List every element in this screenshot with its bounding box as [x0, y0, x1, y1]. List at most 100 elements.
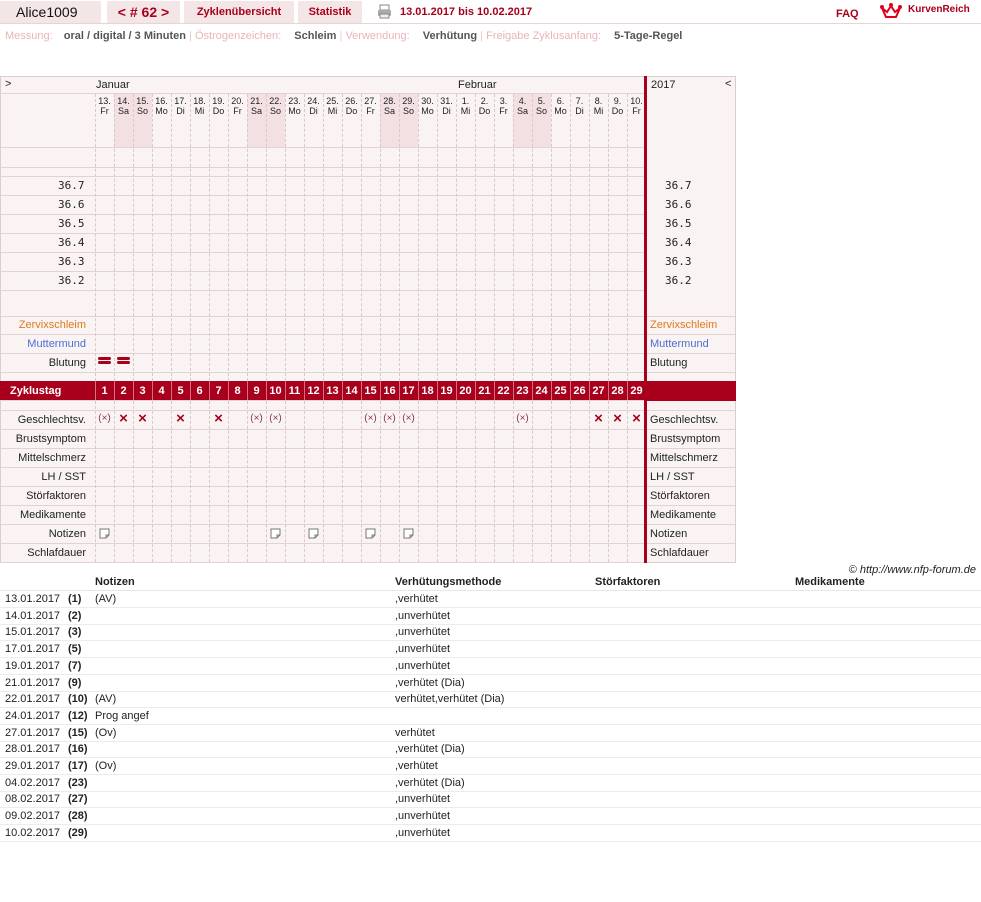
grid-vline	[627, 94, 628, 381]
zyklustag-sep	[589, 381, 590, 401]
freigabe-value: 5-Tage-Regel	[614, 30, 683, 42]
row-date: 17.01.2017	[5, 643, 61, 656]
cycle-nav[interactable]: < # 62 >	[107, 1, 180, 23]
tab-zyklenuebersicht[interactable]: Zyklenübersicht	[184, 1, 294, 23]
zyklustag-number: 13	[326, 385, 339, 397]
day-header-cell: 5. So	[532, 96, 551, 116]
grid-vline	[228, 401, 229, 562]
day-number: 21.	[250, 96, 263, 106]
grid-vline	[361, 94, 362, 381]
zyklustag-sep	[551, 381, 552, 401]
grid-vline	[399, 94, 400, 381]
sex-protected-icon: (×)	[98, 413, 111, 424]
row-date: 13.01.2017	[5, 593, 61, 605]
table-row: 04.02.2017 (23) ,verhütet (Dia)	[0, 775, 981, 792]
day-number: 25.	[326, 96, 339, 106]
row-date: 04.02.2017	[5, 776, 61, 789]
day-header-cell: 29. So	[399, 96, 418, 116]
grid-vline	[342, 94, 343, 381]
day-weekday: Do	[345, 106, 358, 116]
day-header-cell: 26. Do	[342, 96, 361, 116]
zyklustag-sep	[456, 381, 457, 401]
zyklustag-number: 9	[253, 385, 260, 397]
note-icon[interactable]	[365, 528, 376, 539]
row-label-right: Störfaktoren	[650, 490, 710, 502]
tab-statistik[interactable]: Statistik	[298, 1, 362, 23]
copyright: © http://www.nfp-forum.de	[848, 564, 976, 576]
nav-next[interactable]: <	[725, 78, 731, 90]
grid-vline	[247, 401, 248, 562]
sex-unprotected-icon: ×	[594, 410, 603, 427]
zyklustag-number: 14	[345, 385, 358, 397]
row-method: ,unverhütet	[395, 826, 451, 839]
faq-link[interactable]: FAQ	[836, 8, 859, 20]
zyklustag-number: 11	[288, 385, 301, 397]
temp-tick-right: 36.6	[665, 198, 692, 211]
note-icon[interactable]	[99, 528, 110, 539]
day-number: 4.	[518, 96, 527, 106]
grid-vline	[418, 401, 419, 562]
zyklustag-number: 22	[497, 385, 510, 397]
sex-unprotected-icon: ×	[119, 410, 128, 427]
grid-vline	[152, 401, 153, 562]
note-icon[interactable]	[270, 528, 281, 539]
row-label-left: Schlafdauer	[27, 547, 86, 559]
day-header-cell: 31. Di	[437, 96, 456, 116]
grid-vline	[551, 401, 552, 562]
sex-protected-icon: (×)	[250, 413, 263, 424]
grid-vline	[190, 94, 191, 381]
grid-vline	[380, 94, 381, 381]
grid-line-right	[647, 316, 735, 317]
row-cycle-day: (1)	[68, 593, 82, 605]
zyklustag-sep	[532, 381, 533, 401]
zyklustag-sep	[380, 381, 381, 401]
zyklustag-number: 3	[139, 385, 146, 397]
printer-icon[interactable]	[377, 4, 392, 19]
zyklustag-sep	[437, 381, 438, 401]
row-date: 15.01.2017	[5, 626, 61, 639]
table-row: 08.02.2017 (27) ,unverhütet	[0, 791, 981, 809]
day-weekday: Di	[575, 106, 584, 116]
zyklustag-sep	[342, 381, 343, 401]
table-row: 19.01.2017 (7) ,unverhütet	[0, 658, 981, 675]
verwendung-label: Verwendung:	[345, 30, 410, 42]
row-label-right: Geschlechtsv.	[650, 414, 719, 426]
grid-vline	[437, 94, 438, 381]
day-weekday: Do	[478, 106, 491, 116]
day-weekday: Fr	[632, 106, 641, 116]
row-cycle-day: (15)	[68, 726, 88, 739]
messung-value: oral / digital / 3 Minuten	[63, 30, 186, 42]
grid-vline	[266, 401, 267, 562]
temp-tick-left: 36.5	[58, 217, 85, 230]
row-note: (Ov)	[95, 760, 117, 772]
day-header-cell: 9. Do	[608, 96, 627, 116]
row-method: ,unverhütet	[395, 643, 451, 656]
grid-line-right	[647, 467, 735, 468]
day-weekday: Mo	[288, 106, 301, 116]
grid-vline	[532, 94, 533, 381]
day-header-cell: 6. Mo	[551, 96, 570, 116]
day-number: 2.	[480, 96, 489, 106]
row-date: 10.02.2017	[5, 826, 61, 839]
grid-vline	[171, 94, 172, 381]
day-header-cell: 7. Di	[570, 96, 589, 116]
note-icon[interactable]	[403, 528, 414, 539]
zyklustag-sep	[133, 381, 134, 401]
row-label-right: Medikamente	[650, 509, 717, 521]
nav-prev[interactable]: >	[5, 78, 11, 90]
zyklustag-sep	[171, 381, 172, 401]
note-icon[interactable]	[308, 528, 319, 539]
freigabe-label: Freigabe Zyklusanfang:	[486, 30, 602, 42]
grid-line	[0, 562, 645, 563]
zyklustag-number: 12	[307, 385, 320, 397]
day-weekday: Fr	[366, 106, 375, 116]
grid-vline	[361, 401, 362, 562]
grid-vline	[475, 94, 476, 381]
grid-line-right	[647, 448, 735, 449]
day-number: 26.	[345, 96, 358, 106]
day-number: 7.	[575, 96, 584, 106]
day-weekday: Fr	[100, 106, 109, 116]
day-header-cell: 20. Fr	[228, 96, 247, 116]
zyklustag-number: 26	[573, 385, 586, 397]
grid-vline	[266, 94, 267, 381]
